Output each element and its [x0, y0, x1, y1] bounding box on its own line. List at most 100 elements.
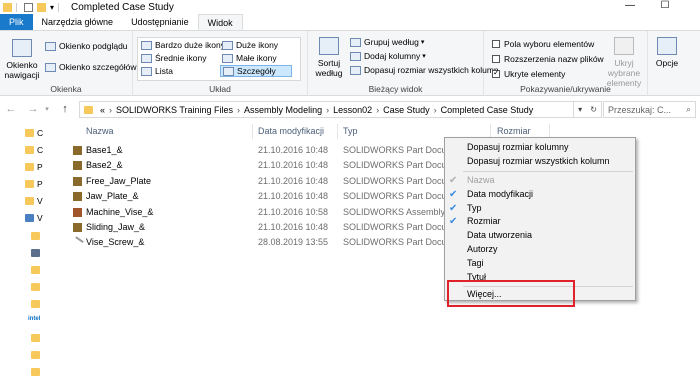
file-extensions-toggle[interactable]: Rozszerzenia nazw plików	[492, 54, 604, 64]
folder-icon[interactable]	[31, 368, 40, 376]
file-row[interactable]: Base1_& 21.10.2016 10:48 SOLIDWORKS Part D…	[62, 143, 462, 158]
file-row[interactable]: Free_Jaw_Plate 21.10.2016 10:48 SOLIDWORKS…	[62, 174, 462, 189]
breadcrumb-lesson02[interactable]: Lesson02	[333, 105, 372, 115]
menu-item-label: Dopasuj rozmiar wszystkich kolumn	[467, 156, 610, 166]
fit-all-columns-button[interactable]: Dopasuj rozmiar wszystkich kolumn	[350, 65, 499, 75]
panes-group: Okienko nawigacji Okienko podglądu Okien…	[0, 31, 136, 96]
small-icons-option[interactable]: Małe ikony	[222, 53, 277, 63]
folder-icon	[84, 105, 93, 114]
folder-icon[interactable]	[31, 232, 40, 240]
drive-icon[interactable]	[31, 249, 40, 257]
navigation-pane-button[interactable]: Okienko nawigacji	[4, 39, 40, 80]
add-columns-button[interactable]: Dodaj kolumny ▾	[350, 51, 426, 61]
menu-item-column-toggle[interactable]: ✔ Data modyfikacji	[445, 188, 635, 201]
breadcrumb-completed-case-study[interactable]: Completed Case Study	[441, 105, 534, 115]
column-header-type[interactable]: Typ	[343, 126, 358, 136]
group-by-button[interactable]: Grupuj według ▾	[350, 37, 424, 47]
column-header-date-modified[interactable]: Data modyfikacji	[258, 126, 324, 136]
new-folder-icon[interactable]	[37, 2, 46, 12]
file-name: Sliding_Jaw_&	[86, 222, 146, 232]
nav-item[interactable]: P	[25, 162, 43, 172]
maximize-button[interactable]: ☐	[650, 0, 680, 14]
hide-selected-icon	[614, 37, 634, 55]
medium-icons-option[interactable]: Średnie ikony	[141, 53, 207, 63]
address-dropdown-icon[interactable]: ▾	[578, 105, 582, 114]
file-type: SOLIDWORKS Part Document	[343, 145, 447, 155]
nav-item[interactable]: P	[25, 179, 43, 189]
tab-home[interactable]: Narzędzia główne	[33, 14, 123, 30]
column-header-name[interactable]: Nazwa	[86, 126, 114, 136]
checkmark-icon: ✔	[449, 175, 458, 186]
file-date-modified: 28.08.2019 13:55	[258, 237, 329, 248]
properties-icon[interactable]	[24, 2, 33, 12]
quick-access-folder-icon	[25, 180, 34, 188]
solidworks-file-icon	[71, 236, 84, 250]
checkbox[interactable]	[492, 55, 500, 63]
tab-view[interactable]: Widok	[197, 14, 243, 30]
back-arrow-icon[interactable]: ←	[4, 103, 18, 115]
details-pane-button[interactable]: Okienko szczegółów	[45, 62, 136, 72]
divider	[58, 2, 60, 12]
refresh-icon[interactable]: ↻	[590, 105, 597, 114]
minimize-button[interactable]: —	[615, 0, 645, 14]
menu-item-column-toggle[interactable]: Data utworzenia	[445, 229, 635, 242]
menu-item-column-toggle[interactable]: ✔ Rozmiar	[445, 215, 635, 228]
menu-item-fit-column[interactable]: Dopasuj rozmiar kolumny	[445, 141, 635, 154]
menu-item-column-toggle[interactable]: ✔ Typ	[445, 202, 635, 215]
menu-item-column-toggle[interactable]: Autorzy	[445, 243, 635, 256]
file-type: SOLIDWORKS Part Document	[343, 175, 447, 186]
computer-icon	[25, 214, 34, 222]
options-button[interactable]: Opcje	[652, 37, 682, 68]
nav-item[interactable]: C	[25, 128, 43, 138]
intel-icon[interactable]: intel	[28, 316, 40, 322]
ribbon: Okienko nawigacji Okienko podglądu Okien…	[0, 31, 700, 96]
checkbox-checked[interactable]	[492, 68, 500, 78]
menu-item-column-toggle[interactable]: Tagi	[445, 257, 635, 270]
recent-dropdown-icon[interactable]: ▾	[40, 105, 54, 113]
folder-icon[interactable]	[31, 300, 40, 308]
extra-large-icons-option[interactable]: Bardzo duże ikony	[141, 40, 225, 50]
breadcrumb-assembly-modeling[interactable]: Assembly Modeling	[244, 105, 322, 115]
customize-toolbar-icon[interactable]: ▾	[50, 3, 54, 12]
folder-icon[interactable]	[31, 334, 40, 342]
forward-arrow-icon[interactable]: →	[26, 103, 40, 115]
menu-item-label: Nazwa	[467, 175, 495, 185]
file-row[interactable]: Vise_Screw_& 28.08.2019 13:55 SOLIDWORKS P…	[62, 235, 462, 250]
address-bar[interactable]: « › SOLIDWORKS Training Files › Assembly…	[79, 101, 574, 118]
address-buttons: ▾ ↻	[574, 101, 602, 118]
preview-pane-button[interactable]: Okienko podglądu	[45, 41, 128, 51]
search-input[interactable]: Przeszukaj: C... ⌕	[603, 101, 696, 118]
column-header-size[interactable]: Rozmiar	[497, 126, 531, 136]
navigation-pane-icon	[12, 39, 32, 57]
divider[interactable]	[337, 124, 338, 139]
large-icons-label: Duże ikony	[236, 40, 279, 50]
large-icons-option[interactable]: Duże ikony	[222, 40, 278, 50]
tab-share[interactable]: Udostępnianie	[122, 14, 198, 30]
breadcrumb-solidworks-training-files[interactable]: SOLIDWORKS Training Files	[116, 105, 233, 115]
file-row[interactable]: Base2_& 21.10.2016 10:48 SOLIDWORKS Part D…	[62, 158, 462, 173]
file-row[interactable]: Sliding_Jaw_& 21.10.2016 10:48 SOLIDWORKS …	[62, 220, 462, 235]
tab-file[interactable]: Plik	[0, 14, 33, 30]
breadcrumb-overflow[interactable]: «	[100, 105, 105, 115]
quick-access-folder-icon	[25, 163, 34, 171]
folder-icon[interactable]	[31, 283, 40, 291]
hidden-items-toggle[interactable]: Ukryte elementy	[492, 68, 565, 79]
nav-item[interactable]: V	[25, 213, 43, 223]
file-row[interactable]: Machine_Vise_& 21.10.2016 10:58 SOLIDWORKS…	[62, 205, 462, 220]
divider[interactable]	[252, 124, 253, 139]
nav-item[interactable]: C	[25, 145, 43, 155]
fit-columns-icon	[350, 65, 361, 75]
sort-by-button[interactable]: Sortuj według	[312, 37, 346, 78]
folder-icon[interactable]	[31, 351, 40, 359]
item-checkboxes-toggle[interactable]: Pola wyboru elementów	[492, 39, 594, 49]
list-option[interactable]: Lista	[141, 66, 173, 76]
up-arrow-icon[interactable]: ↑	[58, 103, 72, 115]
folder-icon[interactable]	[31, 266, 40, 274]
file-row[interactable]: Jaw_Plate_& 21.10.2016 10:48 SOLIDWORKS Pa…	[62, 189, 462, 204]
preview-pane-label: Okienko podglądu	[59, 41, 128, 51]
breadcrumb-case-study[interactable]: Case Study	[383, 105, 430, 115]
menu-item-fit-all-columns[interactable]: Dopasuj rozmiar wszystkich kolumn	[445, 155, 635, 168]
nav-item[interactable]: V	[25, 196, 43, 206]
checkbox[interactable]	[492, 40, 500, 48]
details-option[interactable]: Szczegóły	[220, 65, 292, 77]
